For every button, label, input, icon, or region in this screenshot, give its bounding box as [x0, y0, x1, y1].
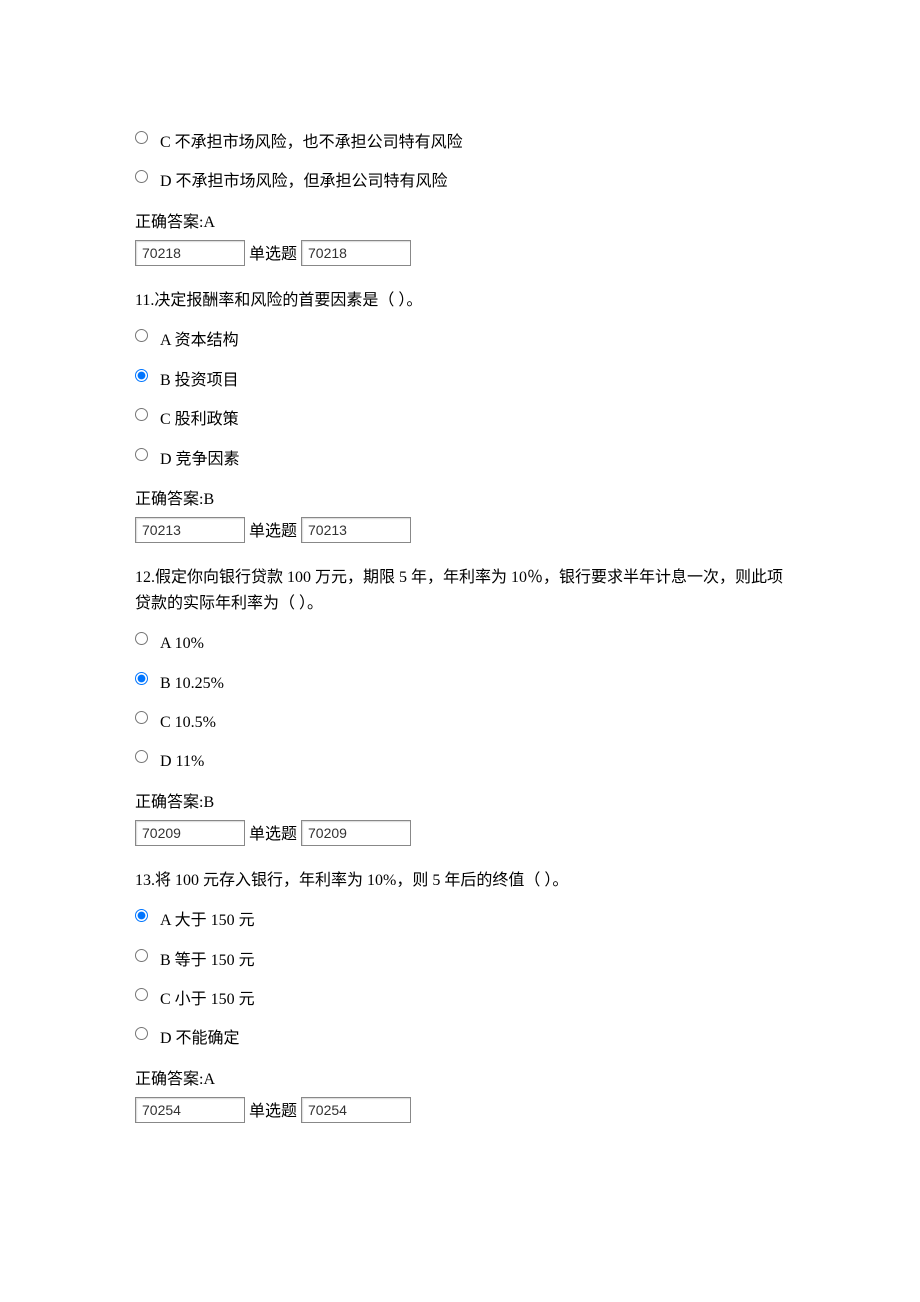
q12-option-b-text: B 10.25% [160, 670, 224, 695]
q11-option-a[interactable]: A 资本结构 [135, 327, 785, 352]
q12-option-a-text: A 10% [160, 630, 204, 655]
q10-id-box-1[interactable]: 70218 [135, 240, 245, 266]
q13-qtype: 单选题 [249, 1097, 297, 1121]
q11-option-d-text: D 竞争因素 [160, 446, 240, 471]
q11-option-d[interactable]: D 竞争因素 [135, 446, 785, 471]
exam-page: C 不承担市场风险，也不承担公司特有风险 D 不承担市场风险，但承担公司特有风险… [0, 0, 920, 1205]
q12-id-box-1[interactable]: 70209 [135, 820, 245, 846]
q12-option-b[interactable]: B 10.25% [135, 670, 785, 695]
q12-option-c-text: C 10.5% [160, 709, 216, 734]
q11-option-b[interactable]: B 投资项目 [135, 367, 785, 392]
radio-q12-c[interactable] [135, 711, 148, 724]
q13-option-d[interactable]: D 不能确定 [135, 1025, 785, 1050]
radio-q11-c[interactable] [135, 408, 148, 421]
radio-q11-d[interactable] [135, 448, 148, 461]
q11-option-a-text: A 资本结构 [160, 327, 239, 352]
q13-id-box-1[interactable]: 70254 [135, 1097, 245, 1123]
q11-id-box-2[interactable]: 70213 [301, 517, 411, 543]
q11-id-box-1[interactable]: 70213 [135, 517, 245, 543]
q10-option-c[interactable]: C 不承担市场风险，也不承担公司特有风险 [135, 129, 785, 154]
q10-option-d-text: D 不承担市场风险，但承担公司特有风险 [160, 168, 448, 193]
q10-answer: 正确答案:A [135, 208, 785, 232]
q12-option-c[interactable]: C 10.5% [135, 709, 785, 734]
radio-q12-a[interactable] [135, 632, 148, 645]
q11-option-b-text: B 投资项目 [160, 367, 239, 392]
q13-meta-row: 70254 单选题 70254 [135, 1097, 785, 1123]
radio-q13-d[interactable] [135, 1027, 148, 1040]
radio-q11-b[interactable] [135, 369, 148, 382]
q13-option-a[interactable]: A 大于 150 元 [135, 907, 785, 932]
q12-option-a[interactable]: A 10% [135, 630, 785, 655]
q10-option-d[interactable]: D 不承担市场风险，但承担公司特有风险 [135, 168, 785, 193]
q11-text: 11.决定报酬率和风险的首要因素是（ ）。 [135, 288, 785, 314]
radio-q10-d[interactable] [135, 170, 148, 183]
q10-meta-row: 70218 单选题 70218 [135, 240, 785, 266]
q13-text: 13.将 100 元存入银行，年利率为 10%，则 5 年后的终值（ ）。 [135, 868, 785, 894]
q12-option-d[interactable]: D 11% [135, 748, 785, 773]
q10-qtype: 单选题 [249, 240, 297, 264]
q12-meta-row: 70209 单选题 70209 [135, 820, 785, 846]
radio-q13-a[interactable] [135, 909, 148, 922]
radio-q11-a[interactable] [135, 329, 148, 342]
radio-q13-b[interactable] [135, 949, 148, 962]
q13-id-box-2[interactable]: 70254 [301, 1097, 411, 1123]
q13-option-d-text: D 不能确定 [160, 1025, 240, 1050]
q13-option-b-text: B 等于 150 元 [160, 947, 255, 972]
q11-option-c[interactable]: C 股利政策 [135, 406, 785, 431]
q12-answer: 正确答案:B [135, 788, 785, 812]
q11-qtype: 单选题 [249, 517, 297, 541]
radio-q13-c[interactable] [135, 988, 148, 1001]
q12-id-box-2[interactable]: 70209 [301, 820, 411, 846]
q13-option-a-text: A 大于 150 元 [160, 907, 255, 932]
q13-option-b[interactable]: B 等于 150 元 [135, 947, 785, 972]
q13-answer: 正确答案:A [135, 1065, 785, 1089]
radio-q12-d[interactable] [135, 750, 148, 763]
q11-answer: 正确答案:B [135, 485, 785, 509]
radio-q10-c[interactable] [135, 131, 148, 144]
q13-option-c[interactable]: C 小于 150 元 [135, 986, 785, 1011]
q11-meta-row: 70213 单选题 70213 [135, 517, 785, 543]
q10-option-c-text: C 不承担市场风险，也不承担公司特有风险 [160, 129, 463, 154]
q11-option-c-text: C 股利政策 [160, 406, 239, 431]
q12-qtype: 单选题 [249, 820, 297, 844]
q12-option-d-text: D 11% [160, 748, 204, 773]
q13-option-c-text: C 小于 150 元 [160, 986, 255, 1011]
q12-text: 12.假定你向银行贷款 100 万元，期限 5 年，年利率为 10％，银行要求半… [135, 565, 785, 616]
q10-id-box-2[interactable]: 70218 [301, 240, 411, 266]
radio-q12-b[interactable] [135, 672, 148, 685]
